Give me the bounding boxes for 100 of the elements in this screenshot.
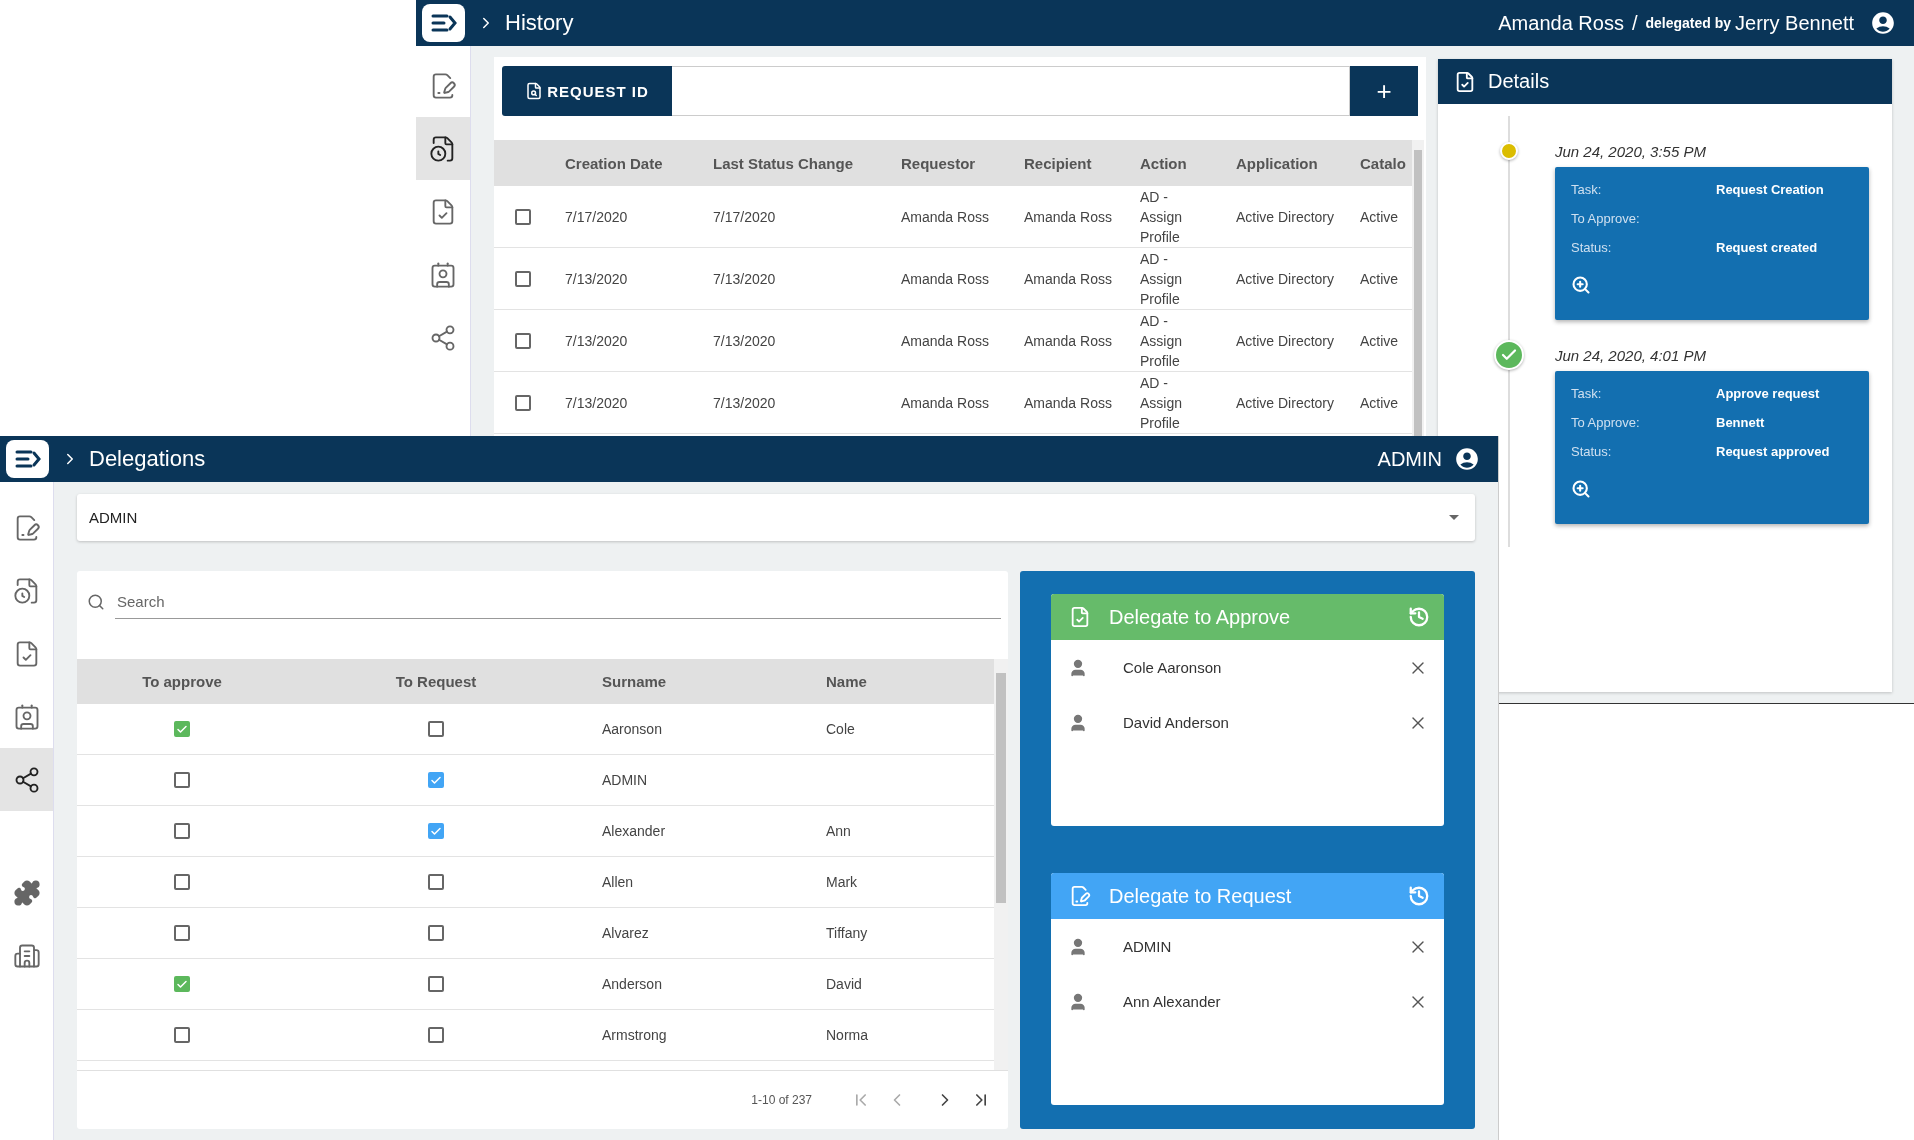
table-cell-text: Active: [1360, 269, 1399, 289]
user-name: Amanda Ross: [1498, 11, 1624, 35]
table-cell-text: 7/13/2020: [565, 269, 628, 289]
request-id-field[interactable]: [672, 66, 1350, 116]
table-cell: David: [826, 976, 862, 992]
sidebar-item[interactable]: [416, 117, 470, 180]
column-header[interactable]: To Request: [287, 659, 585, 704]
zoom-in-icon[interactable]: [1571, 479, 1591, 499]
approve-checkbox[interactable]: [174, 976, 190, 992]
person-icon: [1068, 657, 1088, 678]
add-button[interactable]: +: [1350, 66, 1418, 116]
user-select[interactable]: ADMIN: [77, 494, 1475, 541]
request-checkbox[interactable]: [428, 976, 444, 992]
request-checkbox[interactable]: [428, 721, 444, 737]
approve-checkbox[interactable]: [174, 925, 190, 941]
request-checkbox[interactable]: [428, 772, 444, 788]
separator: /: [1631, 11, 1638, 35]
approve-checkbox[interactable]: [174, 823, 190, 839]
field-label: Task:: [1571, 182, 1603, 199]
menu-logo-icon[interactable]: [422, 4, 465, 42]
column-header[interactable]: Surname: [585, 659, 809, 704]
field-value: Approve request: [1716, 386, 1821, 403]
row-checkbox[interactable]: [514, 394, 531, 411]
table-cell: Tiffany: [826, 925, 868, 941]
request-checkbox[interactable]: [428, 823, 444, 839]
account-icon[interactable]: [1870, 10, 1896, 36]
person-icon: [1068, 936, 1088, 957]
field-value: Bennett: [1716, 415, 1766, 432]
approve-checkbox[interactable]: [174, 1027, 190, 1043]
table-cell: Alexander: [602, 823, 666, 839]
column-header[interactable]: To approve: [77, 659, 287, 704]
page-title: History: [505, 10, 574, 36]
table-cell: Ann: [826, 823, 851, 839]
field-value: Request created: [1716, 240, 1819, 257]
menu-logo-icon[interactable]: [6, 440, 49, 478]
table-cell-text: Amanda Ross: [1024, 207, 1112, 227]
page-range-label: 1-10 of 237: [751, 1093, 812, 1107]
request-checkbox[interactable]: [428, 925, 444, 941]
table-cell: Allen: [602, 874, 634, 890]
table-cell-text: Amanda Ross: [901, 269, 989, 289]
table-cell: ADMIN: [602, 772, 648, 788]
row-checkbox[interactable]: [514, 270, 531, 287]
account-icon[interactable]: [1454, 446, 1480, 472]
column-header[interactable]: Name: [809, 659, 994, 704]
table-cell-text: 7/17/2020: [713, 207, 776, 227]
zoom-in-icon[interactable]: [1571, 275, 1591, 295]
column-header[interactable]: Creation Date: [565, 140, 713, 186]
row-checkbox[interactable]: [514, 208, 531, 225]
approve-checkbox[interactable]: [174, 772, 190, 788]
request-checkbox[interactable]: [428, 1027, 444, 1043]
field-label: To Approve:: [1571, 415, 1641, 432]
table-cell-text: Active Directory: [1236, 207, 1335, 227]
person-name: Ann Alexander: [1123, 993, 1222, 1010]
field-label: To Approve:: [1571, 211, 1641, 228]
table-cell: Aaronson: [602, 721, 662, 737]
column-header[interactable]: Last Status Change: [713, 140, 901, 186]
table-cell-text: 7/13/2020: [713, 331, 776, 351]
column-header[interactable]: Recipient: [1024, 140, 1140, 186]
table-cell-text: Active Directory: [1236, 269, 1335, 289]
person-name: ADMIN: [1123, 938, 1173, 955]
table-cell-text: AD - Assign Profile: [1140, 311, 1184, 371]
sidebar-item[interactable]: [0, 748, 53, 811]
column-header[interactable]: Requestor: [901, 140, 1024, 186]
table-cell: Armstrong: [602, 1027, 667, 1043]
delegator-name: Jerry Bennett: [1735, 11, 1854, 35]
search-icon: [87, 593, 105, 611]
column-header[interactable]: Catalo: [1360, 140, 1412, 186]
table-cell: Norma: [826, 1027, 868, 1043]
row-checkbox[interactable]: [514, 332, 531, 349]
table-cell: Mark: [826, 874, 858, 890]
scrollbar[interactable]: [994, 659, 1008, 1070]
table-cell-text: AD - Assign Profile: [1140, 187, 1184, 247]
column-header[interactable]: Action: [1140, 140, 1236, 186]
table-cell-text: AD - Assign Profile: [1140, 249, 1184, 309]
request-checkbox[interactable]: [428, 874, 444, 890]
approve-checkbox[interactable]: [174, 874, 190, 890]
event-date: Jun 24, 2020, 3:55 PM: [1555, 141, 1707, 161]
person-name: Cole Aaronson: [1123, 659, 1223, 676]
table-cell: Alvarez: [602, 925, 649, 941]
dropdown-caret-icon: [1449, 515, 1459, 520]
document-edit-icon: [1069, 885, 1091, 907]
document-check-icon: [1069, 606, 1091, 628]
person-icon: [1068, 991, 1088, 1012]
table-cell-text: Active: [1360, 207, 1399, 227]
field-label: Status:: [1571, 240, 1613, 257]
history-icon[interactable]: [1408, 885, 1430, 907]
column-header[interactable]: Application: [1236, 140, 1360, 186]
request-id-button[interactable]: REQUEST ID: [502, 66, 672, 116]
approve-checkbox[interactable]: [174, 721, 190, 737]
puzzle-icon: [12, 878, 41, 907]
table-cell-text: 7/13/2020: [713, 393, 776, 413]
table-cell-text: 7/13/2020: [565, 393, 628, 413]
table-cell-text: Amanda Ross: [901, 207, 989, 227]
table-cell-text: Active Directory: [1236, 393, 1335, 413]
table-cell-text: AD - Assign Profile: [1140, 373, 1184, 433]
column-header: [494, 140, 565, 186]
field-label: Task:: [1571, 386, 1603, 403]
table-cell-text: 7/13/2020: [565, 331, 628, 351]
person-name: David Anderson: [1123, 714, 1230, 731]
share-icon: [429, 323, 457, 352]
